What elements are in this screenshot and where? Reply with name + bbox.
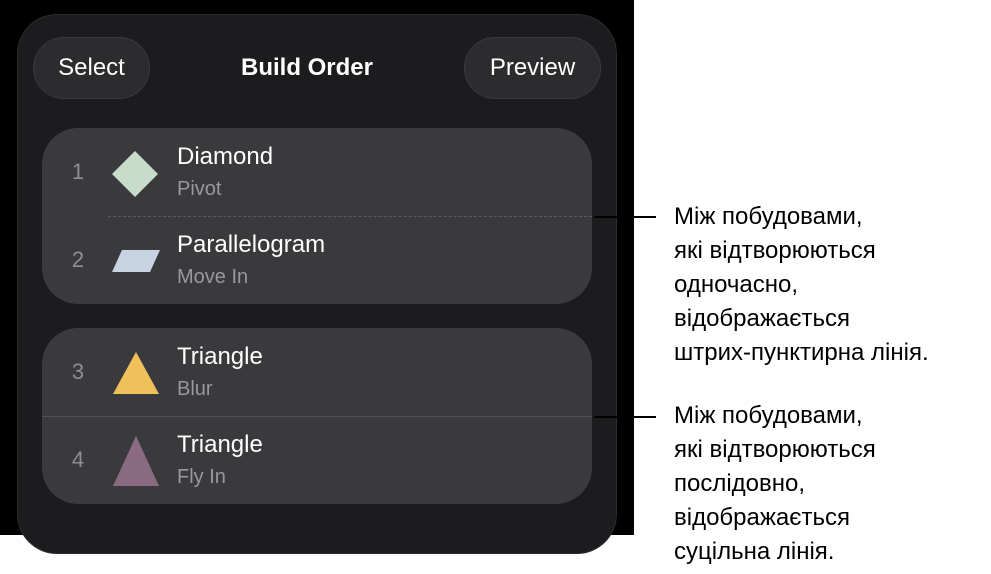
build-effect: Pivot xyxy=(177,178,222,200)
diamond-icon xyxy=(112,151,158,197)
callout-simultaneous: Між побудовами, які відтворюються одноча… xyxy=(674,200,990,370)
parallelogram-icon xyxy=(112,250,160,272)
callout-line: які відтворюються xyxy=(674,436,876,463)
select-button[interactable]: Select xyxy=(33,37,150,99)
callout-line: послідовно, xyxy=(674,470,806,497)
callout-sequential: Між побудовами, які відтворюються послід… xyxy=(674,399,990,569)
build-name: Diamond xyxy=(177,143,274,170)
build-name: Triangle xyxy=(177,343,263,370)
callout-line: одночасно, xyxy=(674,271,799,298)
triangle-icon xyxy=(113,352,159,394)
build-effect: Blur xyxy=(177,378,213,400)
build-row-1[interactable]: 1 Diamond Pivot xyxy=(42,128,592,216)
build-row-4[interactable]: 4 Triangle Fly In xyxy=(42,416,592,504)
build-name: Parallelogram xyxy=(177,231,326,258)
callout-line: штрих-пунктирна лінія. xyxy=(674,339,929,366)
build-group-sequential: 3 Triangle Blur 4 Triangle Fly In xyxy=(42,328,592,504)
callout-line: суцільна лінія. xyxy=(674,538,835,565)
build-effect: Fly In xyxy=(177,466,226,488)
callout-line: Між побудовами, xyxy=(674,402,863,429)
build-row-3[interactable]: 3 Triangle Blur xyxy=(42,328,592,416)
build-effect: Move In xyxy=(177,266,249,288)
callout-leader-line-2 xyxy=(594,416,656,418)
build-number: 4 xyxy=(71,447,85,472)
panel-title: Build Order xyxy=(240,54,373,81)
callout-leader-line-1 xyxy=(594,216,656,218)
preview-button[interactable]: Preview xyxy=(464,37,601,99)
callout-line: які відтворюються xyxy=(674,237,876,264)
build-group-simultaneous: 1 Diamond Pivot 2 Parallelogram Move In xyxy=(42,128,592,304)
triangle-icon xyxy=(113,436,159,486)
build-row-2[interactable]: 2 Parallelogram Move In xyxy=(42,216,592,304)
callout-line: Між побудовами, xyxy=(674,203,863,230)
callout-line: відображається xyxy=(674,305,851,332)
build-number: 1 xyxy=(71,159,85,184)
build-number: 2 xyxy=(71,247,85,272)
callout-line: відображається xyxy=(674,504,851,531)
build-number: 3 xyxy=(71,359,85,384)
build-name: Triangle xyxy=(177,431,263,458)
